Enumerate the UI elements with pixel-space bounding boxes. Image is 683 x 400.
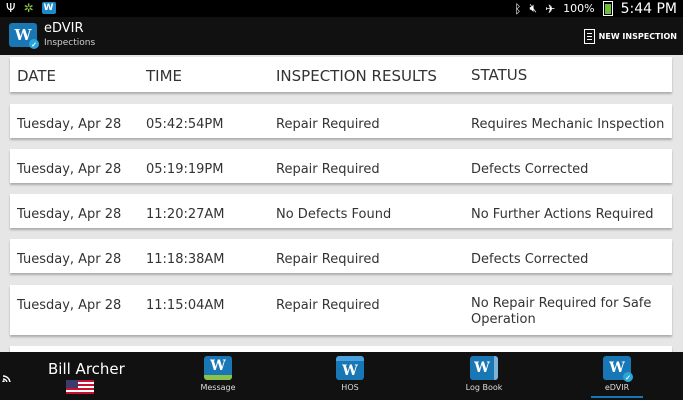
new-inspection-label: NEW INSPECTION	[598, 31, 677, 41]
check-icon: ✓	[623, 372, 633, 382]
row-status: Defects Corrected	[471, 252, 589, 267]
notification-icons: Ψ ✲ W	[6, 1, 56, 15]
row-date: Tuesday, Apr 28	[17, 207, 122, 222]
new-inspection-button[interactable]: NEW INSPECTION	[583, 25, 677, 47]
app-badge-icon: W	[41, 2, 56, 14]
bottom-navigation: Bill Archer W Message W HOS W Log Book W…	[0, 352, 683, 400]
table-row[interactable]: Tuesday, Apr 28 05:42:54PM Repair Requir…	[10, 104, 672, 138]
settings-icon: ✲	[23, 1, 34, 15]
nav-message-label: Message	[200, 383, 236, 392]
row-result: Repair Required	[276, 298, 380, 313]
hos-icon: W	[336, 356, 364, 380]
nav-message[interactable]: W Message	[188, 356, 248, 392]
log-book-icon: W	[470, 356, 498, 380]
row-date: Tuesday, Apr 28	[17, 117, 122, 132]
row-date: Tuesday, Apr 28	[17, 252, 122, 267]
table-header: DATE TIME INSPECTION RESULTS STATUS	[10, 57, 672, 92]
column-header-time: TIME	[146, 67, 183, 85]
edvir-app-icon[interactable]: W ✓	[9, 23, 39, 49]
row-time: 11:15:04AM	[146, 298, 225, 313]
mute-icon: 🔇︎	[529, 1, 538, 15]
system-status-bar: Ψ ✲ W ᛒ 🔇︎ ✈ 100% 5:44 PM	[0, 0, 683, 17]
nav-log-book[interactable]: W Log Book	[454, 356, 514, 392]
row-date: Tuesday, Apr 28	[17, 298, 122, 313]
row-time: 11:20:27AM	[146, 207, 225, 222]
column-header-date: DATE	[17, 67, 57, 85]
nav-log-book-label: Log Book	[465, 383, 503, 392]
column-header-status: STATUS	[471, 66, 528, 84]
row-date: Tuesday, Apr 28	[17, 162, 122, 177]
row-status: No Repair Required for Safe Operation	[471, 296, 652, 327]
battery-icon	[602, 1, 613, 16]
battery-percent: 100%	[563, 2, 595, 15]
action-bar: W ✓ eDVIR Inspections NEW INSPECTION	[0, 17, 683, 55]
nav-hos[interactable]: W HOS	[320, 356, 380, 392]
row-result: Repair Required	[276, 162, 380, 177]
table-row[interactable]: Tuesday, Apr 28 11:20:27AM No Defects Fo…	[10, 194, 672, 228]
row-status: Requires Mechanic Inspection	[471, 117, 665, 132]
bluetooth-icon: ᛒ	[514, 1, 522, 16]
row-status: Defects Corrected	[471, 162, 589, 177]
signal-icon	[2, 375, 11, 382]
edvir-icon: W ✓	[603, 356, 633, 382]
row-time: 11:18:38AM	[146, 252, 225, 267]
row-time: 05:19:19PM	[146, 162, 224, 177]
nav-edvir-label: eDVIR	[604, 383, 630, 392]
row-result: Repair Required	[276, 117, 380, 132]
airplane-icon: ✈	[545, 1, 556, 16]
app-subtitle: Inspections	[44, 38, 96, 48]
table-row[interactable]: Tuesday, Apr 28 05:19:19PM Repair Requir…	[10, 149, 672, 183]
message-icon: W	[204, 356, 232, 380]
row-time: 05:42:54PM	[146, 117, 224, 132]
system-indicators: ᛒ 🔇︎ ✈ 100% 5:44 PM	[514, 0, 677, 17]
column-header-inspection-results: INSPECTION RESULTS	[276, 67, 437, 85]
row-result: No Defects Found	[276, 207, 392, 222]
document-icon	[583, 28, 595, 44]
us-flag-icon	[66, 380, 94, 394]
nav-edvir[interactable]: W ✓ eDVIR	[587, 356, 647, 398]
row-status: No Further Actions Required	[471, 207, 654, 222]
app-title: eDVIR	[44, 21, 84, 36]
nav-hos-label: HOS	[341, 383, 359, 392]
row-result: Repair Required	[276, 252, 380, 267]
table-row[interactable]: Tuesday, Apr 28 11:15:04AM Repair Requir…	[10, 285, 672, 335]
clock: 5:44 PM	[620, 0, 677, 17]
driver-name: Bill Archer	[48, 360, 125, 378]
table-row[interactable]: Tuesday, Apr 28 11:18:38AM Repair Requir…	[10, 239, 672, 273]
usb-icon: Ψ	[6, 1, 16, 15]
check-icon: ✓	[29, 39, 39, 49]
